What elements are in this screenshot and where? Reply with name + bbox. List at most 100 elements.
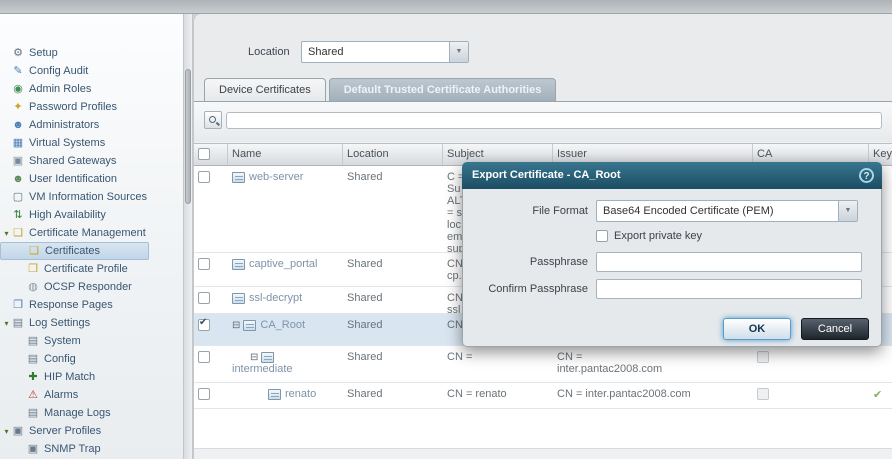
high-availability-icon: ⇅: [11, 210, 25, 221]
collapse-icon[interactable]: ⊟: [250, 352, 258, 363]
tab-default-trusted-certificate-authorities[interactable]: Default Trusted Certificate Authorities: [329, 78, 557, 101]
tree-expand-icon[interactable]: ▾: [2, 229, 11, 238]
sidebar-item-manage-logs[interactable]: ▤Manage Logs: [0, 404, 183, 422]
cell-location: Shared: [343, 253, 443, 286]
server-profiles-icon: ▣: [11, 426, 25, 437]
column-header-location[interactable]: Location: [343, 144, 443, 165]
table-row-renato[interactable]: renato Shared CN = renato CN = inter.pan…: [194, 383, 892, 409]
certificate-icon: [261, 352, 274, 363]
export-private-key-checkbox[interactable]: [596, 230, 608, 242]
dialog-header[interactable]: Export Certificate - CA_Root ?: [462, 162, 882, 189]
tree-expand-icon[interactable]: ▾: [2, 427, 11, 436]
chevron-down-icon[interactable]: ▼: [838, 201, 857, 221]
sidebar-item-alarms[interactable]: ⚠Alarms: [0, 386, 183, 404]
search-icon[interactable]: [204, 111, 222, 129]
sidebar-item-setup[interactable]: ⚙Setup: [0, 44, 183, 62]
scrollbar-thumb[interactable]: [185, 69, 191, 204]
key-valid-icon: ✔: [873, 389, 882, 401]
sidebar-item-server-profiles[interactable]: ▾▣Server Profiles: [0, 422, 183, 440]
location-label: Location: [248, 46, 290, 58]
row-checkbox[interactable]: [198, 351, 210, 363]
config-log-icon: ▤: [26, 354, 40, 365]
password-profiles-icon: ✦: [11, 102, 25, 113]
table-empty-space: [194, 409, 892, 449]
sidebar-item-certificates[interactable]: ❑Certificates: [0, 242, 149, 260]
sidebar-item-ocsp-responder[interactable]: ◍OCSP Responder: [0, 278, 183, 296]
hip-match-icon: ✚: [26, 372, 40, 383]
check-icon: ✔: [199, 317, 207, 328]
setup-icon: ⚙: [11, 48, 25, 59]
sidebar-item-shared-gateways[interactable]: ▣Shared Gateways: [0, 152, 183, 170]
certificate-name-link[interactable]: renato: [285, 388, 316, 400]
dialog-title: Export Certificate - CA_Root: [472, 169, 621, 181]
sidebar-item-high-availability[interactable]: ⇅High Availability: [0, 206, 183, 224]
file-format-label: File Format: [463, 205, 588, 217]
sidebar-item-admin-roles[interactable]: ◉Admin Roles: [0, 80, 183, 98]
location-select[interactable]: Shared ▼: [301, 41, 469, 63]
certificate-icon: [243, 320, 256, 331]
sidebar-item-system[interactable]: ▤System: [0, 332, 183, 350]
certificate-name-link[interactable]: web-server: [249, 171, 303, 183]
tab-device-certificates[interactable]: Device Certificates: [204, 78, 326, 101]
pan-os-certificates-screen: ⚙Setup ✎Config Audit ◉Admin Roles ✦Passw…: [0, 0, 892, 459]
certificate-name-link[interactable]: ssl-decrypt: [249, 292, 302, 304]
sidebar-item-user-identification[interactable]: ☻User Identification: [0, 170, 183, 188]
certificate-icon: [232, 293, 245, 304]
certificate-name-link[interactable]: CA_Root: [260, 319, 305, 331]
cell-location: Shared: [343, 166, 443, 252]
collapse-icon[interactable]: ⊟: [232, 320, 240, 331]
sidebar-item-vm-information-sources[interactable]: ▢VM Information Sources: [0, 188, 183, 206]
sidebar-item-administrators[interactable]: ☻Administrators: [0, 116, 183, 134]
cancel-button[interactable]: Cancel: [801, 318, 869, 340]
ok-button[interactable]: OK: [723, 318, 791, 340]
certificate-name-link[interactable]: intermediate: [232, 363, 339, 375]
sidebar-item-response-pages[interactable]: ❐Response Pages: [0, 296, 183, 314]
cell-subject: CN =: [443, 346, 553, 382]
certificate-management-icon: ❑: [11, 228, 25, 239]
sidebar-scrollbar[interactable]: [184, 14, 193, 459]
certificate-name-link[interactable]: captive_portal: [249, 258, 318, 270]
user-identification-icon: ☻: [11, 174, 25, 185]
sidebar-item-config[interactable]: ▤Config: [0, 350, 183, 368]
tree-expand-icon[interactable]: ▾: [2, 319, 11, 328]
ocsp-responder-icon: ◍: [26, 282, 40, 293]
export-private-key-label: Export private key: [614, 230, 702, 242]
admin-roles-icon: ◉: [11, 84, 25, 95]
certificate-profile-icon: ❒: [26, 264, 40, 275]
help-icon[interactable]: ?: [859, 168, 874, 183]
row-checkbox[interactable]: [198, 388, 210, 400]
table-row-intermediate[interactable]: ⊟ intermediate Shared CN = CN = inter.pa…: [194, 346, 892, 383]
certificate-icon: [232, 172, 245, 183]
row-checkbox[interactable]: [198, 258, 210, 270]
row-checkbox[interactable]: [198, 292, 210, 304]
column-header-name[interactable]: Name: [228, 144, 343, 165]
passphrase-label: Passphrase: [463, 256, 588, 268]
row-checkbox[interactable]: [198, 171, 210, 183]
row-checkbox-checked[interactable]: ✔: [198, 319, 210, 331]
sidebar-item-certificate-profile[interactable]: ❒Certificate Profile: [0, 260, 183, 278]
certificate-icon: [268, 389, 281, 400]
sidebar-item-hip-match[interactable]: ✚HIP Match: [0, 368, 183, 386]
search-input[interactable]: [226, 112, 882, 129]
system-log-icon: ▤: [26, 336, 40, 347]
window-top-bar: [0, 0, 892, 14]
cell-location: Shared: [343, 383, 443, 408]
sidebar-item-config-audit[interactable]: ✎Config Audit: [0, 62, 183, 80]
ca-checkbox: [757, 388, 769, 400]
confirm-passphrase-label: Confirm Passphrase: [463, 283, 588, 295]
sidebar-item-snmp-trap[interactable]: ▣SNMP Trap: [0, 440, 183, 458]
sidebar-item-log-settings[interactable]: ▾▤Log Settings: [0, 314, 183, 332]
ca-checkbox: [757, 351, 769, 363]
passphrase-input[interactable]: [596, 252, 862, 272]
sidebar-item-virtual-systems[interactable]: ▦Virtual Systems: [0, 134, 183, 152]
file-format-select[interactable]: Base64 Encoded Certificate (PEM) ▼: [596, 200, 858, 222]
log-settings-icon: ▤: [11, 318, 25, 329]
chevron-down-icon[interactable]: ▼: [449, 42, 468, 62]
confirm-passphrase-input[interactable]: [596, 279, 862, 299]
sidebar-item-password-profiles[interactable]: ✦Password Profiles: [0, 98, 183, 116]
config-audit-icon: ✎: [11, 66, 25, 77]
manage-logs-icon: ▤: [26, 408, 40, 419]
snmp-trap-icon: ▣: [26, 444, 40, 455]
select-all-checkbox[interactable]: [198, 148, 210, 160]
sidebar-item-certificate-management[interactable]: ▾❑Certificate Management: [0, 224, 183, 242]
